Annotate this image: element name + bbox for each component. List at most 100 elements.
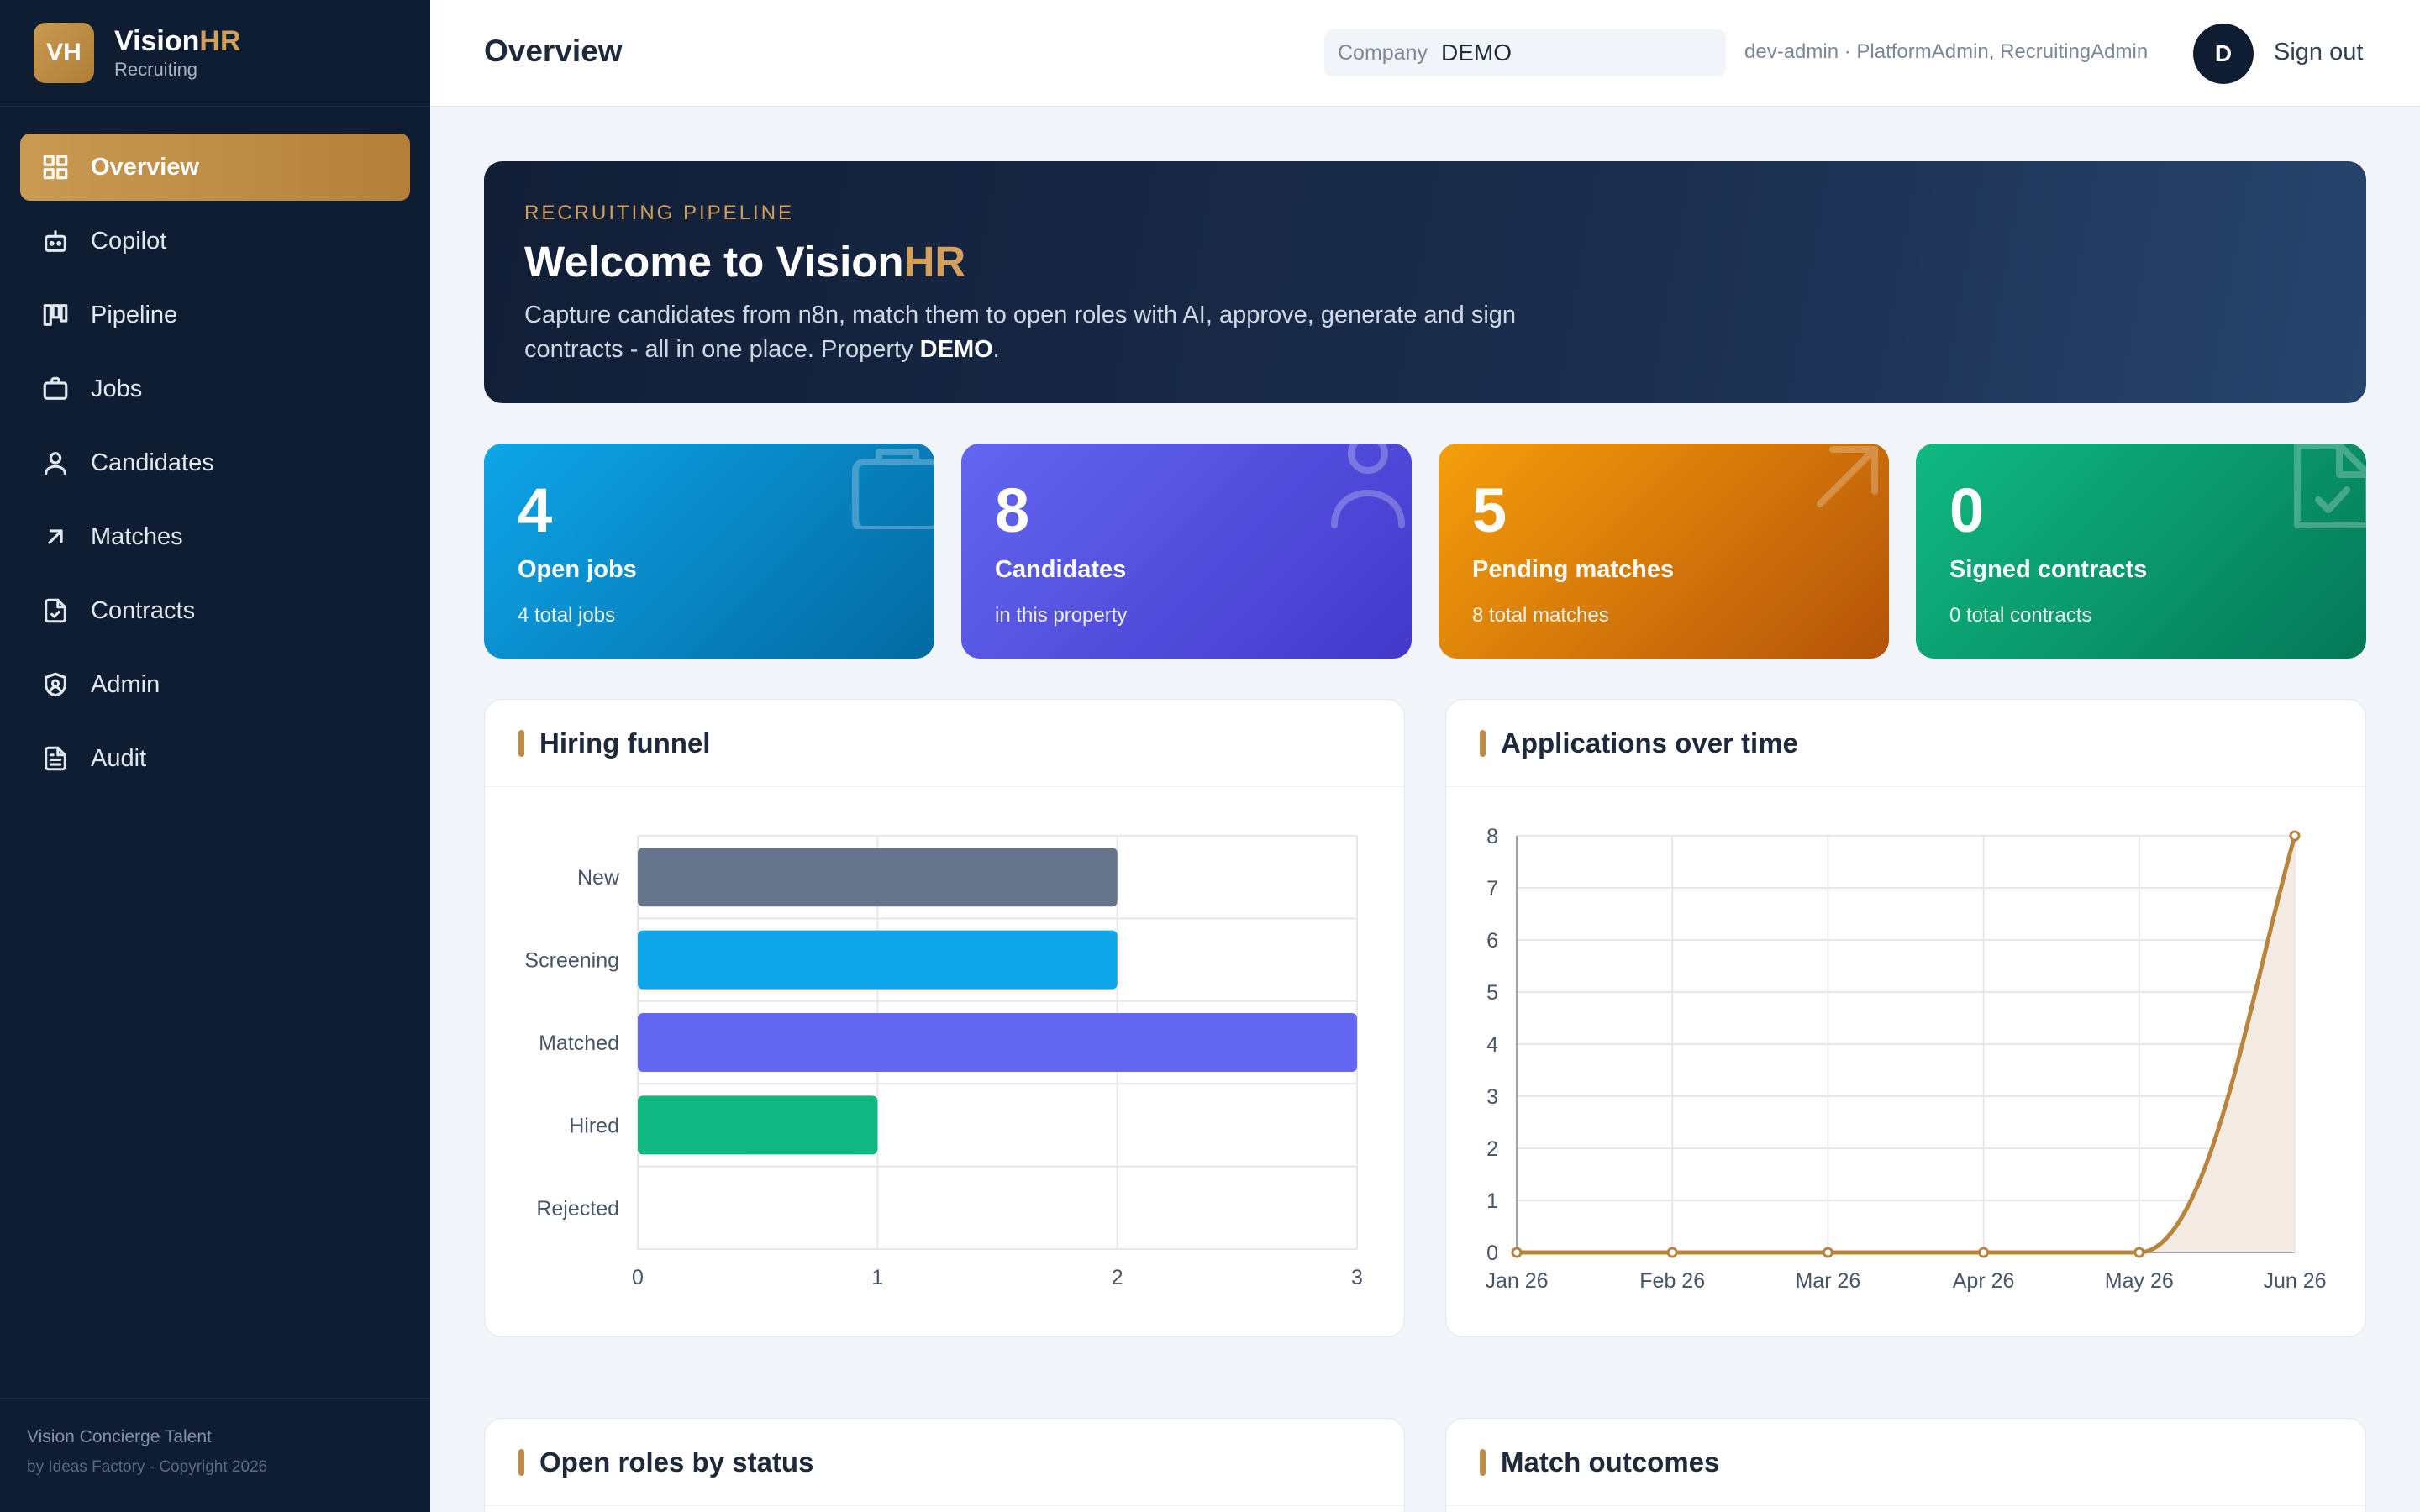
x-tick-label: Jun 26 bbox=[2263, 1269, 2326, 1293]
chart-grid bbox=[1516, 835, 2296, 1253]
stat-card-pending-matches[interactable]: 5 Pending matches 8 total matches bbox=[1439, 444, 1889, 659]
data-point bbox=[2289, 830, 2301, 842]
x-tick-label: Feb 26 bbox=[1639, 1269, 1705, 1293]
sidebar-item-label: Jobs bbox=[91, 375, 143, 402]
stat-title: Open jobs bbox=[518, 556, 637, 583]
panel-accent-bar bbox=[1480, 729, 1486, 757]
hiring-funnel-chart: New Screening Matched Hired Rejected 0 1 2 3 bbox=[524, 835, 1363, 1289]
arrow-up-right-icon bbox=[40, 522, 71, 552]
category-label: Screening bbox=[524, 949, 619, 973]
stat-subtitle: 0 total contracts bbox=[1949, 604, 2092, 627]
company-label: Company bbox=[1338, 40, 1428, 65]
data-point bbox=[1666, 1247, 1678, 1258]
category-label: New bbox=[577, 866, 620, 890]
stat-title: Signed contracts bbox=[1949, 556, 2148, 583]
y-tick-label: 5 bbox=[1486, 981, 1498, 1005]
sidebar-item-pipeline[interactable]: Pipeline bbox=[20, 281, 410, 349]
user-icon bbox=[1318, 444, 1412, 529]
sign-out-button[interactable]: Sign out bbox=[2274, 39, 2363, 66]
grid-icon bbox=[40, 152, 71, 182]
x-tick-label: Apr 26 bbox=[1953, 1269, 2015, 1293]
category-label: Matched bbox=[539, 1032, 619, 1055]
page-title: Overview bbox=[484, 34, 623, 68]
data-point bbox=[1511, 1247, 1523, 1258]
sidebar-item-label: Contracts bbox=[91, 596, 196, 624]
panel-accent-bar bbox=[1480, 1448, 1486, 1476]
data-point bbox=[2133, 1247, 2145, 1258]
y-tick-label: 4 bbox=[1486, 1033, 1498, 1057]
panel-accent-bar bbox=[518, 1448, 524, 1476]
panel-accent-bar bbox=[518, 729, 524, 757]
bar-screening bbox=[638, 930, 1118, 990]
sidebar-footer: Vision Concierge Talent by Ideas Factory… bbox=[0, 1398, 430, 1512]
y-tick-label: 0 bbox=[1486, 1242, 1498, 1265]
y-tick-label: 6 bbox=[1486, 929, 1498, 953]
bar-matched bbox=[638, 1013, 1357, 1072]
brand-subtitle: Recruiting bbox=[114, 59, 198, 80]
sidebar-item-jobs[interactable]: Jobs bbox=[20, 355, 410, 423]
stat-title: Candidates bbox=[995, 556, 1127, 583]
applications-chart: 0 1 2 3 4 5 6 7 8 Jan 26 Feb 26 Mar 26 Apr 26 May 26 J… bbox=[1485, 825, 2326, 1293]
sidebar-nav: Overview Copilot Pipeline Jobs Candidate… bbox=[0, 107, 430, 792]
sidebar-item-label: Audit bbox=[91, 744, 147, 772]
y-tick-label: 3 bbox=[1486, 1085, 1498, 1109]
arrow-up-right-icon bbox=[1795, 444, 1889, 529]
banner-description: Capture candidates from n8n, match them … bbox=[524, 302, 1517, 363]
y-tick-label: 8 bbox=[1486, 825, 1498, 848]
stat-card-candidates[interactable]: 8 Candidates in this property bbox=[961, 444, 1412, 659]
user-icon bbox=[40, 448, 71, 478]
sidebar-item-contracts[interactable]: Contracts bbox=[20, 577, 410, 644]
y-tick-label: 7 bbox=[1486, 877, 1498, 900]
file-check-icon bbox=[2272, 444, 2366, 529]
company-value: DEMO bbox=[1441, 39, 1512, 66]
category-label: Rejected bbox=[536, 1197, 619, 1221]
match-outcomes-panel: Match outcomes bbox=[1445, 1418, 2366, 1512]
hiring-funnel-panel: Hiring funnel New Screening Matched Hired Re… bbox=[484, 699, 1405, 1337]
sidebar-item-audit[interactable]: Audit bbox=[20, 725, 410, 792]
bot-icon bbox=[40, 226, 71, 256]
sidebar-item-copilot[interactable]: Copilot bbox=[20, 207, 410, 275]
x-tick-label: Jan 26 bbox=[1485, 1269, 1548, 1293]
top-header: Overview Company DEMO dev-admin · Platfo… bbox=[430, 0, 2420, 107]
panel-title: Match outcomes bbox=[1501, 1446, 1720, 1478]
sidebar-item-label: Copilot bbox=[91, 227, 167, 255]
data-point bbox=[1822, 1247, 1833, 1258]
sidebar-item-candidates[interactable]: Candidates bbox=[20, 429, 410, 496]
x-tick-label: 0 bbox=[632, 1266, 644, 1289]
sidebar-item-label: Admin bbox=[91, 670, 160, 698]
welcome-banner: RECRUITING PIPELINE Welcome to VisionHR … bbox=[484, 161, 2366, 403]
brand-logo: VH bbox=[34, 23, 94, 83]
banner-kicker: RECRUITING PIPELINE bbox=[524, 202, 795, 224]
sidebar: VH VisionHR Recruiting Overview Copilot … bbox=[0, 0, 430, 1512]
sidebar-item-label: Matches bbox=[91, 522, 183, 550]
stat-card-open-jobs[interactable]: 4 Open jobs 4 total jobs bbox=[484, 444, 934, 659]
footer-copyright: by Ideas Factory - Copyright 2026 bbox=[27, 1458, 268, 1476]
briefcase-icon bbox=[840, 444, 934, 533]
sidebar-item-admin[interactable]: Admin bbox=[20, 651, 410, 718]
data-point bbox=[1978, 1247, 1990, 1258]
bar-new bbox=[638, 848, 1118, 907]
panel-title: Applications over time bbox=[1501, 727, 1798, 759]
stat-subtitle: 8 total matches bbox=[1472, 604, 1609, 627]
stat-title: Pending matches bbox=[1472, 556, 1675, 583]
x-tick-label: 3 bbox=[1351, 1266, 1363, 1289]
sidebar-item-matches[interactable]: Matches bbox=[20, 503, 410, 570]
bar-hired bbox=[638, 1095, 878, 1155]
avatar[interactable]: D bbox=[2193, 24, 2254, 84]
stat-subtitle: in this property bbox=[995, 604, 1128, 627]
stat-subtitle: 4 total jobs bbox=[518, 604, 616, 627]
stat-card-signed-contracts[interactable]: 0 Signed contracts 0 total contracts bbox=[1916, 444, 2366, 659]
banner-title: Welcome to VisionHR bbox=[524, 238, 966, 286]
panel-title: Hiring funnel bbox=[539, 727, 711, 759]
brand[interactable]: VH VisionHR Recruiting bbox=[0, 0, 430, 107]
sidebar-item-label: Overview bbox=[91, 153, 199, 181]
sidebar-item-label: Pipeline bbox=[91, 301, 178, 328]
category-label: Hired bbox=[569, 1114, 619, 1137]
applications-panel: Applications over time 0 1 2 3 4 5 6 7 8 Jan 26 Fe… bbox=[1445, 699, 2366, 1337]
user-info: dev-admin · PlatformAdmin, RecruitingAdm… bbox=[1744, 40, 2149, 63]
x-tick-label: Mar 26 bbox=[1795, 1269, 1860, 1293]
kanban-icon bbox=[40, 300, 71, 330]
footer-company: Vision Concierge Talent bbox=[27, 1427, 212, 1446]
sidebar-item-overview[interactable]: Overview bbox=[20, 134, 410, 201]
company-selector[interactable]: Company DEMO bbox=[1324, 29, 1726, 76]
